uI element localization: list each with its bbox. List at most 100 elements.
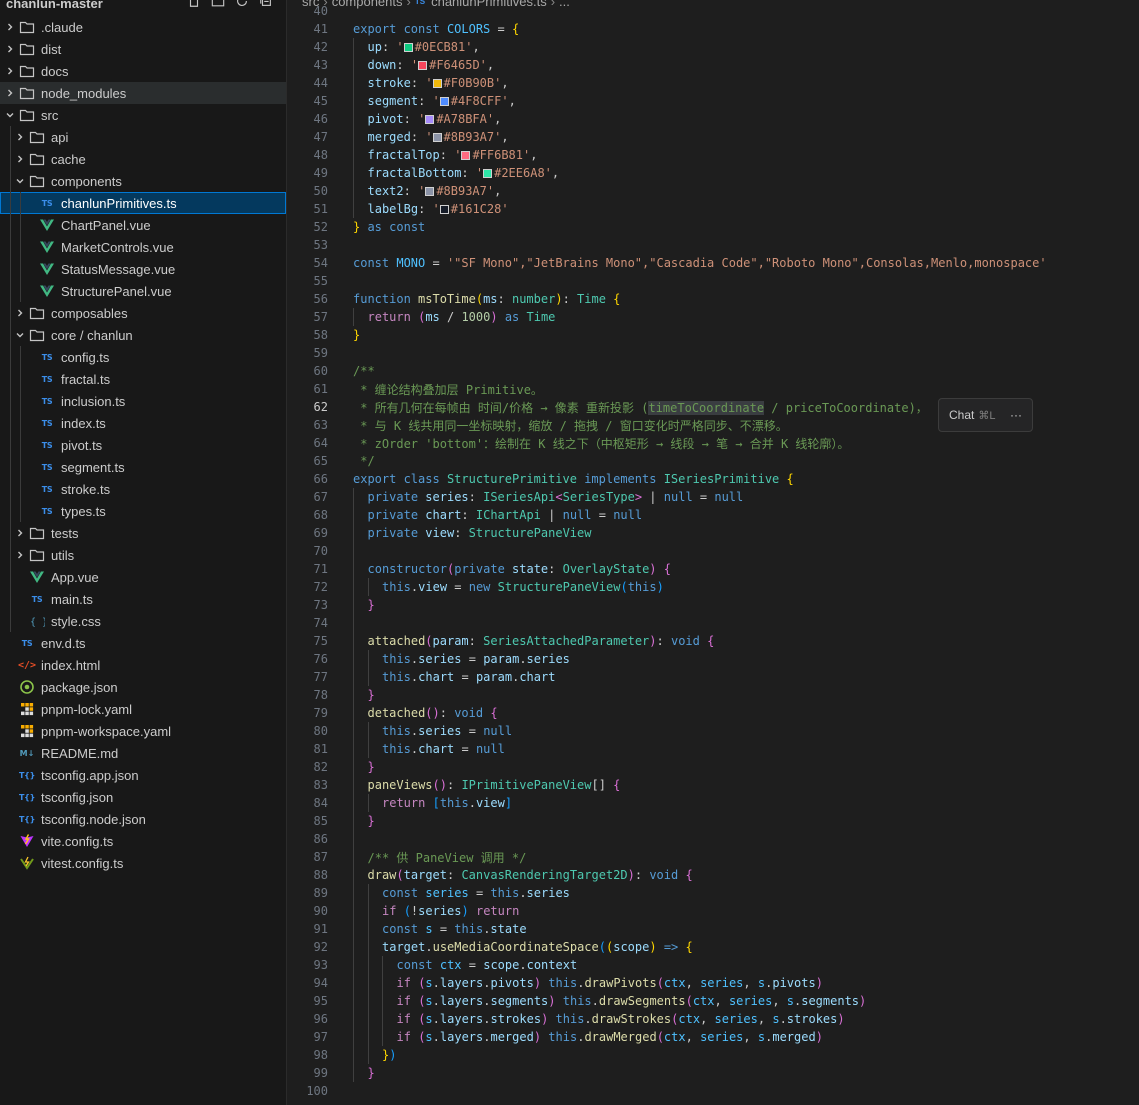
tree-item[interactable]: TS segment.ts	[0, 456, 286, 478]
code-line[interactable]: 60 /**	[288, 362, 1139, 380]
tree-item[interactable]: MarketControls.vue	[0, 236, 286, 258]
code-line[interactable]: 50 text2: ' #8B93A7',	[288, 182, 1139, 200]
code-line[interactable]: 56 function msToTime(ms: number): Time {	[288, 290, 1139, 308]
new-folder-icon[interactable]	[211, 0, 225, 13]
code-line[interactable]: 42 up: ' #0ECB81',	[288, 38, 1139, 56]
chevron-right-icon[interactable]	[14, 527, 26, 539]
code-line[interactable]: 51 labelBg: ' #161C28'	[288, 200, 1139, 218]
code-line[interactable]: 46 pivot: ' #A78BFA',	[288, 110, 1139, 128]
code-line[interactable]: 97 if (s.layers.merged) this.drawMerged(c…	[288, 1028, 1139, 1046]
code-line[interactable]: 55	[288, 272, 1139, 290]
tree-item[interactable]: components	[0, 170, 286, 192]
tree-item[interactable]: TS types.ts	[0, 500, 286, 522]
chat-hint[interactable]: Chat ⌘L ···	[938, 398, 1033, 432]
color-swatch[interactable]	[439, 205, 449, 214]
code-line[interactable]: 48 fractalTop: ' #FF6B81',	[288, 146, 1139, 164]
tree-item[interactable]: { } style.css	[0, 610, 286, 632]
chevron-right-icon[interactable]	[4, 21, 16, 33]
tree-item[interactable]: App.vue	[0, 566, 286, 588]
tree-item[interactable]: api	[0, 126, 286, 148]
code-line[interactable]: 94 if (s.layers.pivots) this.drawPivots(c…	[288, 974, 1139, 992]
tree-item[interactable]: StatusMessage.vue	[0, 258, 286, 280]
code-line[interactable]: 57 return (ms / 1000) as Time	[288, 308, 1139, 326]
chevron-right-icon[interactable]	[14, 153, 26, 165]
code-line[interactable]: 71 constructor(private state: OverlayStat…	[288, 560, 1139, 578]
code-line[interactable]: 89 const series = this.series	[288, 884, 1139, 902]
code-line[interactable]: 79 detached(): void {	[288, 704, 1139, 722]
chevron-down-icon[interactable]	[4, 109, 16, 121]
tree-item[interactable]: composables	[0, 302, 286, 324]
code-line[interactable]: 92 target.useMediaCoordinateSpace((scope)…	[288, 938, 1139, 956]
chevron-right-icon[interactable]	[4, 43, 16, 55]
code-line[interactable]: 80 this.series = null	[288, 722, 1139, 740]
code-line[interactable]: 68 private chart: IChartApi | null = null	[288, 506, 1139, 524]
code-line[interactable]: 99}	[288, 1064, 1139, 1082]
tree-item[interactable]: core / chanlun	[0, 324, 286, 346]
tree-item[interactable]: TS index.ts	[0, 412, 286, 434]
tree-item[interactable]: docs	[0, 60, 286, 82]
explorer-root-title[interactable]: chanlun-master	[6, 0, 103, 11]
tree-item[interactable]: TS config.ts	[0, 346, 286, 368]
code-line[interactable]: 43 down: ' #F6465D',	[288, 56, 1139, 74]
tree-item[interactable]: </> index.html	[0, 654, 286, 676]
code-line[interactable]: 95 if (s.layers.segments) this.drawSegmen…	[288, 992, 1139, 1010]
chevron-right-icon[interactable]	[4, 65, 16, 77]
code-line[interactable]: 65 */	[288, 452, 1139, 470]
code-line[interactable]: 52} as const	[288, 218, 1139, 236]
code-line[interactable]: 93 const ctx = scope.context	[288, 956, 1139, 974]
tree-item[interactable]: package.json	[0, 676, 286, 698]
tree-item[interactable]: M↓ README.md	[0, 742, 286, 764]
tree-item[interactable]: StructurePanel.vue	[0, 280, 286, 302]
tree-item[interactable]: TS main.ts	[0, 588, 286, 610]
color-swatch[interactable]	[432, 79, 442, 88]
tree-item[interactable]: pnpm-workspace.yaml	[0, 720, 286, 742]
code-line[interactable]: 100	[288, 1082, 1139, 1100]
chevron-right-icon[interactable]	[14, 549, 26, 561]
tree-item[interactable]: utils	[0, 544, 286, 566]
chevron-right-icon[interactable]	[14, 307, 26, 319]
chevron-right-icon[interactable]	[14, 131, 26, 143]
code-line[interactable]: 90 if (!series) return	[288, 902, 1139, 920]
tree-item[interactable]: T{} tsconfig.json	[0, 786, 286, 808]
more-icon[interactable]: ···	[1010, 408, 1022, 422]
tree-item[interactable]: vite.config.ts	[0, 830, 286, 852]
tree-item[interactable]: TS env.d.ts	[0, 632, 286, 654]
tree-item[interactable]: node_modules	[0, 82, 286, 104]
tree-item[interactable]: tests	[0, 522, 286, 544]
code-line[interactable]: 49 fractalBottom: ' #2EE6A8',	[288, 164, 1139, 182]
code-line[interactable]: 88 draw(target: CanvasRenderingTarget2D):…	[288, 866, 1139, 884]
refresh-icon[interactable]	[235, 0, 249, 13]
tree-item[interactable]: T{} tsconfig.node.json	[0, 808, 286, 830]
color-swatch[interactable]	[483, 169, 493, 178]
code-line[interactable]: 73}	[288, 596, 1139, 614]
code-line[interactable]: 66 export class StructurePrimitive implem…	[288, 470, 1139, 488]
color-swatch[interactable]	[432, 133, 442, 142]
tree-item[interactable]: src	[0, 104, 286, 126]
chat-hint-label[interactable]: Chat	[949, 408, 974, 422]
code-line[interactable]: 47 merged: ' #8B93A7',	[288, 128, 1139, 146]
code-line[interactable]: 41 export const COLORS = {	[288, 20, 1139, 38]
color-swatch[interactable]	[418, 61, 428, 70]
code-line[interactable]: 45 segment: ' #4F8CFF',	[288, 92, 1139, 110]
tree-item[interactable]: pnpm-lock.yaml	[0, 698, 286, 720]
code-line[interactable]: 44 stroke: ' #F0B90B',	[288, 74, 1139, 92]
code-line[interactable]: 70	[288, 542, 1139, 560]
code-line[interactable]: 98})	[288, 1046, 1139, 1064]
collapse-all-icon[interactable]	[259, 0, 273, 13]
tree-item[interactable]: TS pivot.ts	[0, 434, 286, 456]
code-line[interactable]: 87 /** 供 PaneView 调用 */	[288, 848, 1139, 866]
code-editor[interactable]: src › components › TS chanlunPrimitives.…	[288, 0, 1139, 1105]
code-lines[interactable]: 40 41 export const COLORS = {42 up: ' #0ECB8…	[288, 2, 1139, 1100]
tree-item[interactable]: cache	[0, 148, 286, 170]
chevron-right-icon[interactable]	[4, 87, 16, 99]
code-line[interactable]: 78}	[288, 686, 1139, 704]
code-line[interactable]: 40	[288, 2, 1139, 20]
chevron-down-icon[interactable]	[14, 329, 26, 341]
code-line[interactable]: 76 this.series = param.series	[288, 650, 1139, 668]
code-line[interactable]: 91 const s = this.state	[288, 920, 1139, 938]
code-line[interactable]: 82}	[288, 758, 1139, 776]
color-swatch[interactable]	[461, 151, 471, 160]
tree-item[interactable]: T{} tsconfig.app.json	[0, 764, 286, 786]
code-line[interactable]: 81 this.chart = null	[288, 740, 1139, 758]
code-line[interactable]: 67 private series: ISeriesApi<SeriesType>…	[288, 488, 1139, 506]
